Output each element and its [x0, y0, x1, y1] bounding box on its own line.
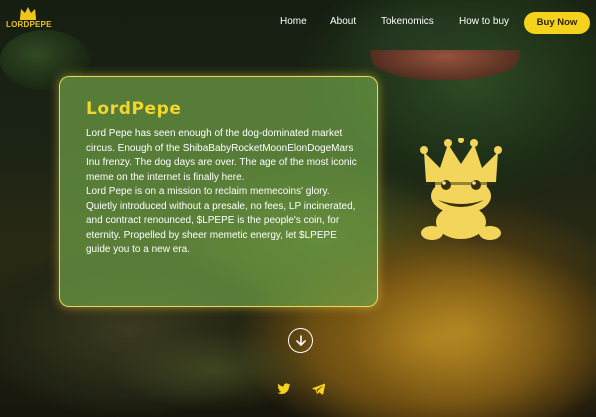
hero-paragraph-2: Lord Pepe is on a mission to reclaim mem… — [86, 186, 356, 255]
brand-name: LORDPEPE — [6, 20, 52, 29]
hero-card: LordPepe Lord Pepe has seen enough of th… — [59, 76, 378, 307]
crown-icon — [20, 7, 36, 20]
scroll-down-button[interactable] — [288, 328, 313, 353]
crowned-frog-icon — [420, 138, 502, 240]
nav-link-tokenomics[interactable]: Tokenomics — [381, 16, 434, 27]
nav-link-how-to-buy[interactable]: How to buy — [459, 16, 509, 27]
brand-logo[interactable]: LORDPEPE — [6, 6, 52, 29]
arrow-down-icon — [295, 334, 306, 346]
twitter-icon[interactable] — [277, 383, 291, 395]
hero-title: LordPepe — [86, 99, 182, 119]
buy-now-button[interactable]: Buy Now — [524, 12, 590, 34]
background-frog-mouth — [370, 50, 520, 80]
nav-link-home[interactable]: Home — [280, 16, 307, 27]
nav-link-about[interactable]: About — [330, 16, 356, 27]
hero-paragraph-1: Lord Pepe has seen enough of the dog-dom… — [86, 128, 357, 183]
telegram-icon[interactable] — [312, 383, 325, 395]
